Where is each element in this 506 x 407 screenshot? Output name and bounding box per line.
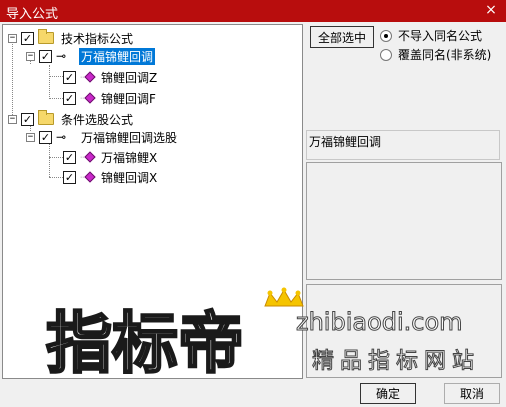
formula-line-icon: ⋯ bbox=[80, 171, 96, 183]
formula-params-box bbox=[306, 284, 502, 378]
collapse-icon[interactable]: − bbox=[26, 51, 35, 61]
checkbox[interactable]: ✓ bbox=[39, 49, 52, 63]
tree-formula-label: 万福锦鲤回调 bbox=[79, 47, 156, 65]
radio-selected-icon[interactable] bbox=[380, 29, 392, 42]
checkbox[interactable]: ✓ bbox=[39, 130, 52, 144]
select-all-button[interactable]: 全部选中 bbox=[310, 26, 374, 48]
checkbox[interactable]: ✓ bbox=[63, 150, 76, 164]
key-icon: ⊸ bbox=[56, 130, 67, 144]
checkbox[interactable]: ✓ bbox=[63, 170, 76, 184]
tree-formula-wanfu-select[interactable]: − ✓ ⊸ 万福锦鲤回调选股 bbox=[26, 128, 179, 146]
collapse-icon[interactable]: − bbox=[8, 114, 17, 124]
tree-formula-wanfu[interactable]: − ✓ ⊸ 万福锦鲤回调 bbox=[26, 47, 156, 65]
selected-formula-name: 万福锦鲤回调 bbox=[306, 130, 500, 160]
checkbox[interactable]: ✓ bbox=[21, 112, 34, 126]
tree-group-screener[interactable]: − ✓ 条件选股公式 bbox=[8, 110, 135, 128]
tree-item-ff[interactable]: ✓ ⋯ 锦鲤回调F bbox=[63, 89, 158, 107]
tree-item-label: 锦鲤回调F bbox=[101, 91, 156, 106]
tree-group-technical[interactable]: − ✓ 技术指标公式 bbox=[8, 29, 135, 47]
tree-group-label: 技术指标公式 bbox=[61, 31, 134, 46]
collapse-icon[interactable]: − bbox=[26, 132, 35, 142]
folder-icon bbox=[38, 110, 54, 125]
checkbox[interactable]: ✓ bbox=[21, 31, 34, 45]
tree-item-label: 锦鲤回调Z bbox=[101, 70, 158, 85]
tree-item-jlx[interactable]: ✓ ⋯ 锦鲤回调X bbox=[63, 168, 159, 186]
checkbox[interactable]: ✓ bbox=[63, 91, 76, 105]
tree-item-zz[interactable]: ✓ ⋯ 锦鲤回调Z bbox=[63, 68, 159, 86]
formula-tree: − ✓ 技术指标公式 − ✓ ⊸ 万福锦鲤回调 ✓ ⋯ 锦鲤回调Z ✓ ⋯ 锦鲤… bbox=[3, 25, 302, 378]
formula-tree-panel[interactable]: − ✓ 技术指标公式 − ✓ ⊸ 万福锦鲤回调 ✓ ⋯ 锦鲤回调Z ✓ ⋯ 锦鲤… bbox=[2, 24, 303, 379]
tree-item-label: 锦鲤回调X bbox=[101, 170, 158, 185]
radio-unselected-icon[interactable] bbox=[380, 48, 392, 61]
ok-button[interactable]: 确定 bbox=[360, 383, 416, 404]
key-icon: ⊸ bbox=[56, 49, 67, 63]
tree-formula-label: 万福锦鲤回调选股 bbox=[81, 130, 178, 145]
titlebar: 导入公式 × bbox=[0, 0, 506, 22]
formula-line-icon: ⋯ bbox=[80, 71, 96, 83]
tree-item-label: 万福锦鲤X bbox=[101, 150, 158, 165]
formula-line-icon: ⋯ bbox=[80, 151, 96, 163]
radio-skip-duplicates[interactable]: 不导入同名公式 bbox=[380, 27, 482, 44]
close-button[interactable]: × bbox=[482, 1, 500, 19]
tree-group-label: 条件选股公式 bbox=[61, 112, 134, 127]
cancel-button[interactable]: 取消 bbox=[444, 383, 500, 404]
collapse-icon[interactable]: − bbox=[8, 33, 17, 43]
formula-description-box bbox=[306, 162, 502, 280]
formula-line-icon: ⋯ bbox=[80, 92, 96, 104]
radio-overwrite-duplicates[interactable]: 覆盖同名(非系统) bbox=[380, 46, 491, 63]
tree-item-wfx[interactable]: ✓ ⋯ 万福锦鲤X bbox=[63, 148, 159, 166]
checkbox[interactable]: ✓ bbox=[63, 70, 76, 84]
radio-overwrite-label: 覆盖同名(非系统) bbox=[398, 48, 492, 62]
radio-skip-label: 不导入同名公式 bbox=[398, 29, 483, 43]
window-title: 导入公式 bbox=[6, 7, 59, 22]
folder-icon bbox=[38, 29, 54, 44]
